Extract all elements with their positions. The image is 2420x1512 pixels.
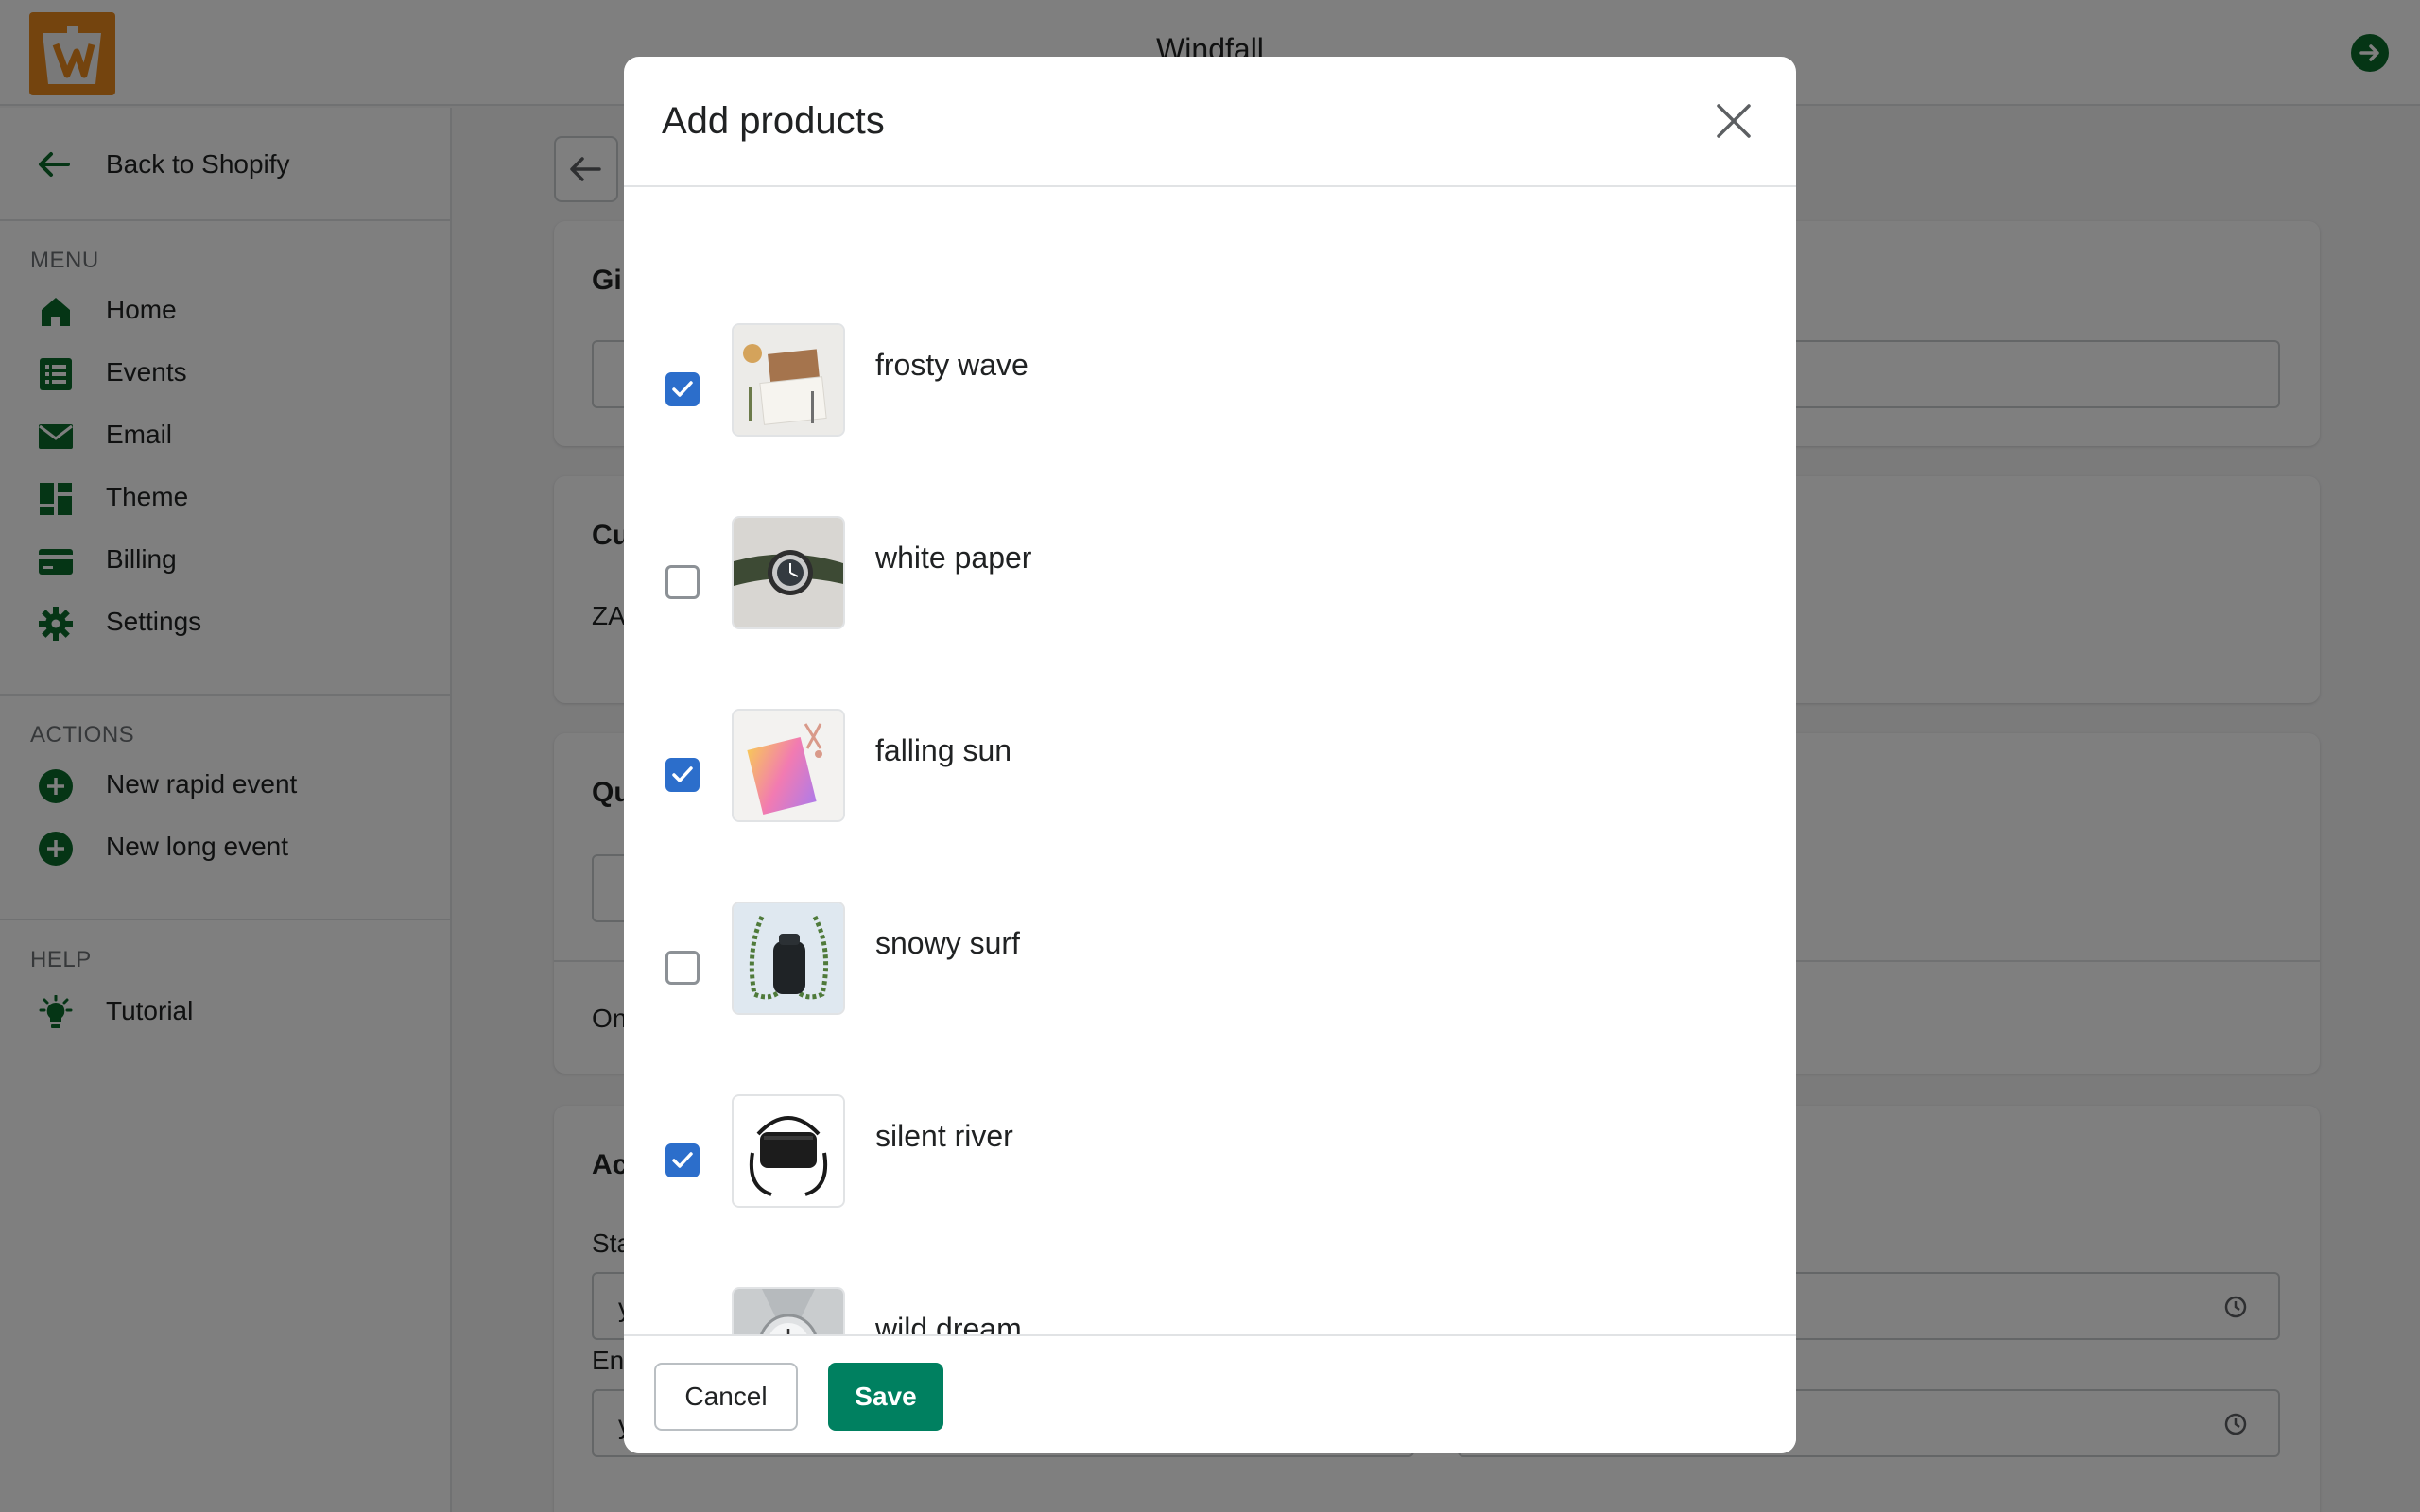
- cancel-button[interactable]: Cancel: [654, 1363, 798, 1431]
- product-checkbox[interactable]: [666, 951, 700, 985]
- product-name: snowy surf: [875, 926, 1020, 960]
- modal-footer: Cancel Save: [624, 1334, 1796, 1453]
- product-checkbox[interactable]: [666, 758, 700, 792]
- list-item[interactable]: white paper: [624, 505, 1796, 697]
- product-name: white paper: [875, 541, 1032, 575]
- card-thumb: [732, 709, 845, 822]
- modal-title: Add products: [662, 100, 885, 142]
- product-name: falling sun: [875, 733, 1012, 767]
- list-item[interactable]: snowy surf: [624, 890, 1796, 1083]
- modal-header: Add products: [624, 57, 1796, 187]
- list-item[interactable]: frosty wave: [624, 312, 1796, 505]
- notebook-thumb: [732, 323, 845, 437]
- product-name: silent river: [875, 1119, 1013, 1153]
- close-button[interactable]: [1713, 100, 1754, 142]
- list-item[interactable]: falling sun: [624, 697, 1796, 890]
- product-checkbox[interactable]: [666, 565, 700, 599]
- list-item[interactable]: silent river: [624, 1083, 1796, 1276]
- checkmark-icon: [672, 381, 693, 397]
- save-button[interactable]: Save: [828, 1363, 943, 1431]
- checkmark-icon: [672, 766, 693, 782]
- watch-green-thumb: [732, 516, 845, 629]
- add-products-modal: Add products frosty wave white paper fal…: [624, 57, 1796, 1453]
- product-list[interactable]: frosty wave white paper falling sun snow…: [624, 189, 1796, 1391]
- close-icon: [1717, 104, 1751, 138]
- product-checkbox[interactable]: [666, 1143, 700, 1177]
- product-name: frosty wave: [875, 348, 1028, 382]
- checkmark-icon: [672, 1152, 693, 1168]
- product-checkbox[interactable]: [666, 372, 700, 406]
- bottle-holder-thumb: [732, 902, 845, 1015]
- bag-thumb: [732, 1094, 845, 1208]
